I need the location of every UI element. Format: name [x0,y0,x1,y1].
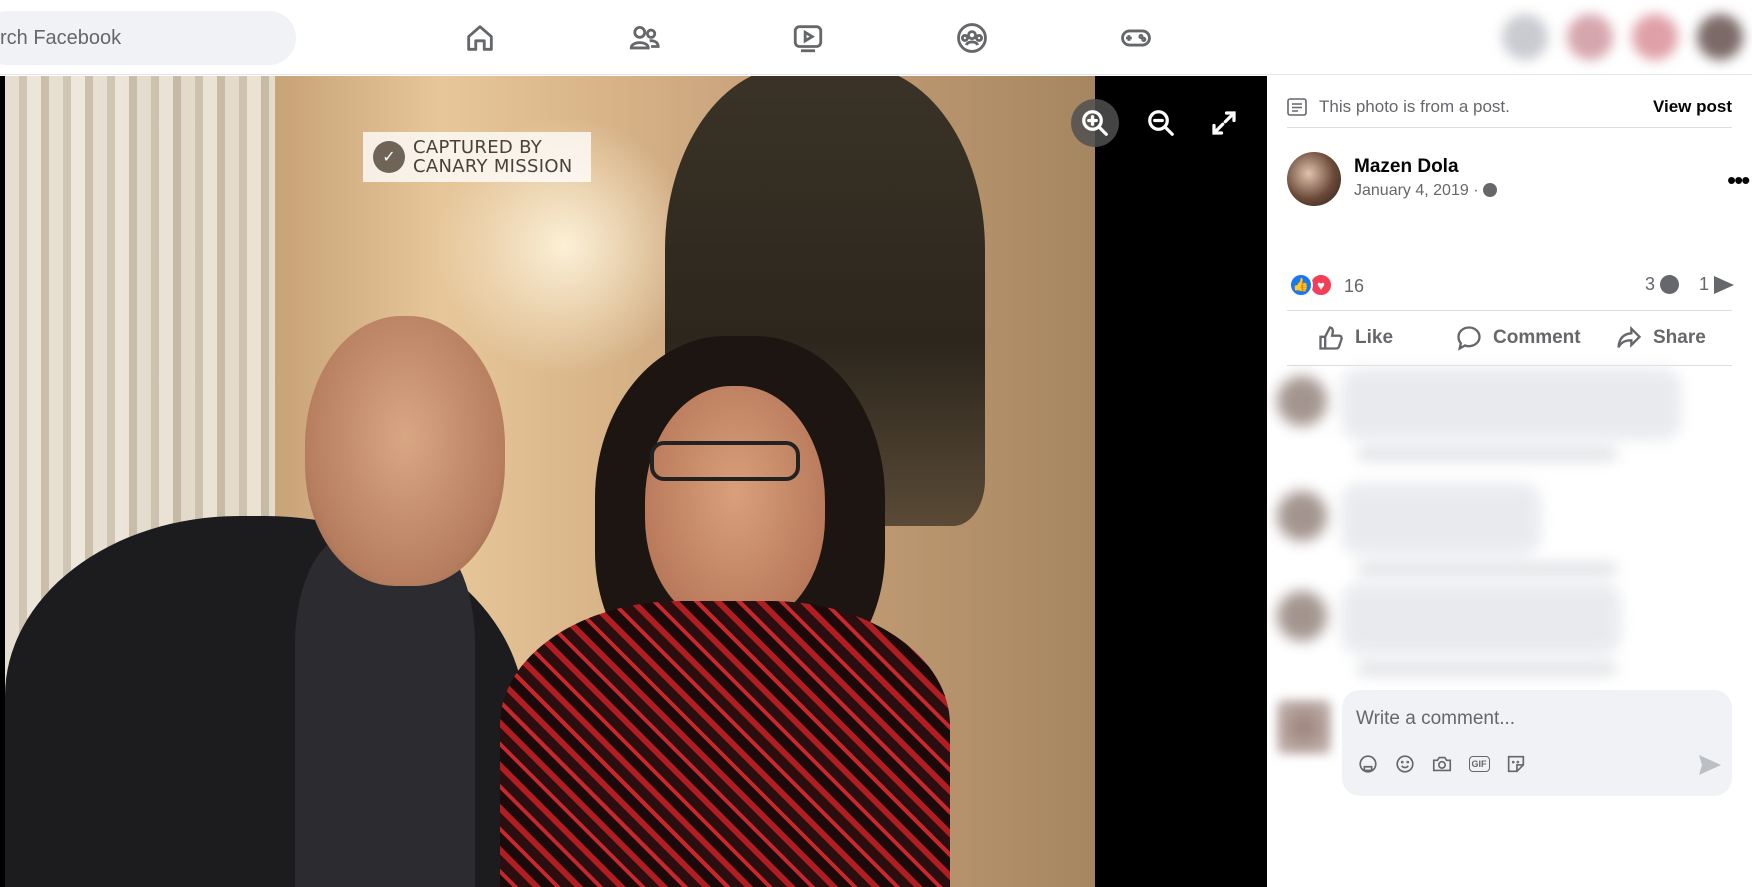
photo-embroidered-dress [500,601,950,887]
photo-man-shirt [295,536,475,887]
comment-count[interactable]: 3 [1645,274,1680,295]
share-label: Share [1653,327,1706,348]
comment-icon [1457,326,1481,351]
photo-glasses [650,441,800,481]
author-name[interactable]: Mazen Dola [1354,156,1459,178]
avatar-sticker-icon[interactable] [1356,752,1380,776]
like-reaction-icon[interactable]: 👍 [1289,273,1313,297]
gif-label: GIF [1468,756,1490,772]
post-document-icon [1287,97,1307,116]
watch-icon[interactable] [788,18,828,58]
reaction-summary: 👍 ♥ 16 3 1 [1287,269,1735,299]
comment-label: Comment [1493,327,1581,348]
post-sidebar: This photo is from a post. View post Maz… [1267,76,1752,887]
post-date: January 4, 2019 · [1354,182,1497,200]
share-icon [1617,325,1642,348]
list-item [1277,583,1697,683]
zoom-in-icon[interactable] [1071,99,1119,147]
top-navigation-bar: rch Facebook [0,0,1752,75]
globe-icon [1482,183,1497,197]
search-placeholder: rch Facebook [0,26,122,49]
like-button[interactable]: Like [1317,324,1393,352]
like-label: Like [1355,327,1394,348]
comments-list-blurred [1277,368,1697,698]
composer-tools: GIF [1356,752,1528,776]
current-user-avatar [1277,700,1331,754]
gif-icon[interactable]: GIF [1467,752,1491,776]
watermark-line-2: CANARY MISSION [413,156,573,177]
photo-woman-head [645,386,825,626]
sticker-icon[interactable] [1504,752,1528,776]
share-count-value: 1 [1699,274,1710,294]
share-arrow-icon [1714,275,1735,294]
comment-composer: GIF [1277,690,1732,800]
comment-count-value: 3 [1645,274,1656,294]
share-button[interactable]: Share [1615,324,1706,352]
comment-input[interactable] [1356,704,1716,734]
watermark: ✓ CAPTURED BY CANARY MISSION [363,132,591,182]
share-count[interactable]: 1 [1699,274,1735,295]
emoji-icon[interactable] [1393,752,1417,776]
comment-bubble-icon [1660,275,1680,294]
groups-icon[interactable] [952,18,992,58]
post-date-text[interactable]: January 4, 2019 · [1354,182,1479,199]
watermark-line-1: CAPTURED BY [413,137,543,158]
camera-icon[interactable] [1430,752,1454,776]
post-photo[interactable]: ✓ CAPTURED BY CANARY MISSION [5,76,1095,887]
send-icon[interactable] [1698,754,1722,776]
photo-man-head [305,316,505,586]
from-post-text: This photo is from a post. [1319,96,1510,116]
post-actions: Like Comment Share [1287,310,1732,366]
post-author: Mazen Dola January 4, 2019 · ••• [1287,152,1750,212]
comment-button[interactable]: Comment [1455,324,1581,352]
photo-viewer: ✓ CAPTURED BY CANARY MISSION [0,76,1267,887]
zoom-out-icon[interactable] [1137,99,1185,147]
fullscreen-icon[interactable] [1200,99,1248,147]
thumbs-up-icon [1319,326,1343,350]
bird-logo-icon: ✓ [373,141,405,173]
search-bar[interactable]: rch Facebook [0,11,296,65]
home-icon[interactable] [460,18,500,58]
view-post-link[interactable]: View post [1653,97,1732,117]
reaction-count[interactable]: 16 [1344,276,1364,297]
gaming-icon[interactable] [1116,18,1156,58]
list-item [1277,483,1697,583]
more-options-button[interactable]: ••• [1727,167,1750,193]
avatar[interactable] [1287,152,1341,206]
friends-icon[interactable] [624,18,664,58]
account-controls-blurred [1472,0,1752,75]
list-item [1277,368,1697,468]
comment-box[interactable]: GIF [1342,690,1732,796]
from-post-banner: This photo is from a post. View post [1287,86,1732,128]
